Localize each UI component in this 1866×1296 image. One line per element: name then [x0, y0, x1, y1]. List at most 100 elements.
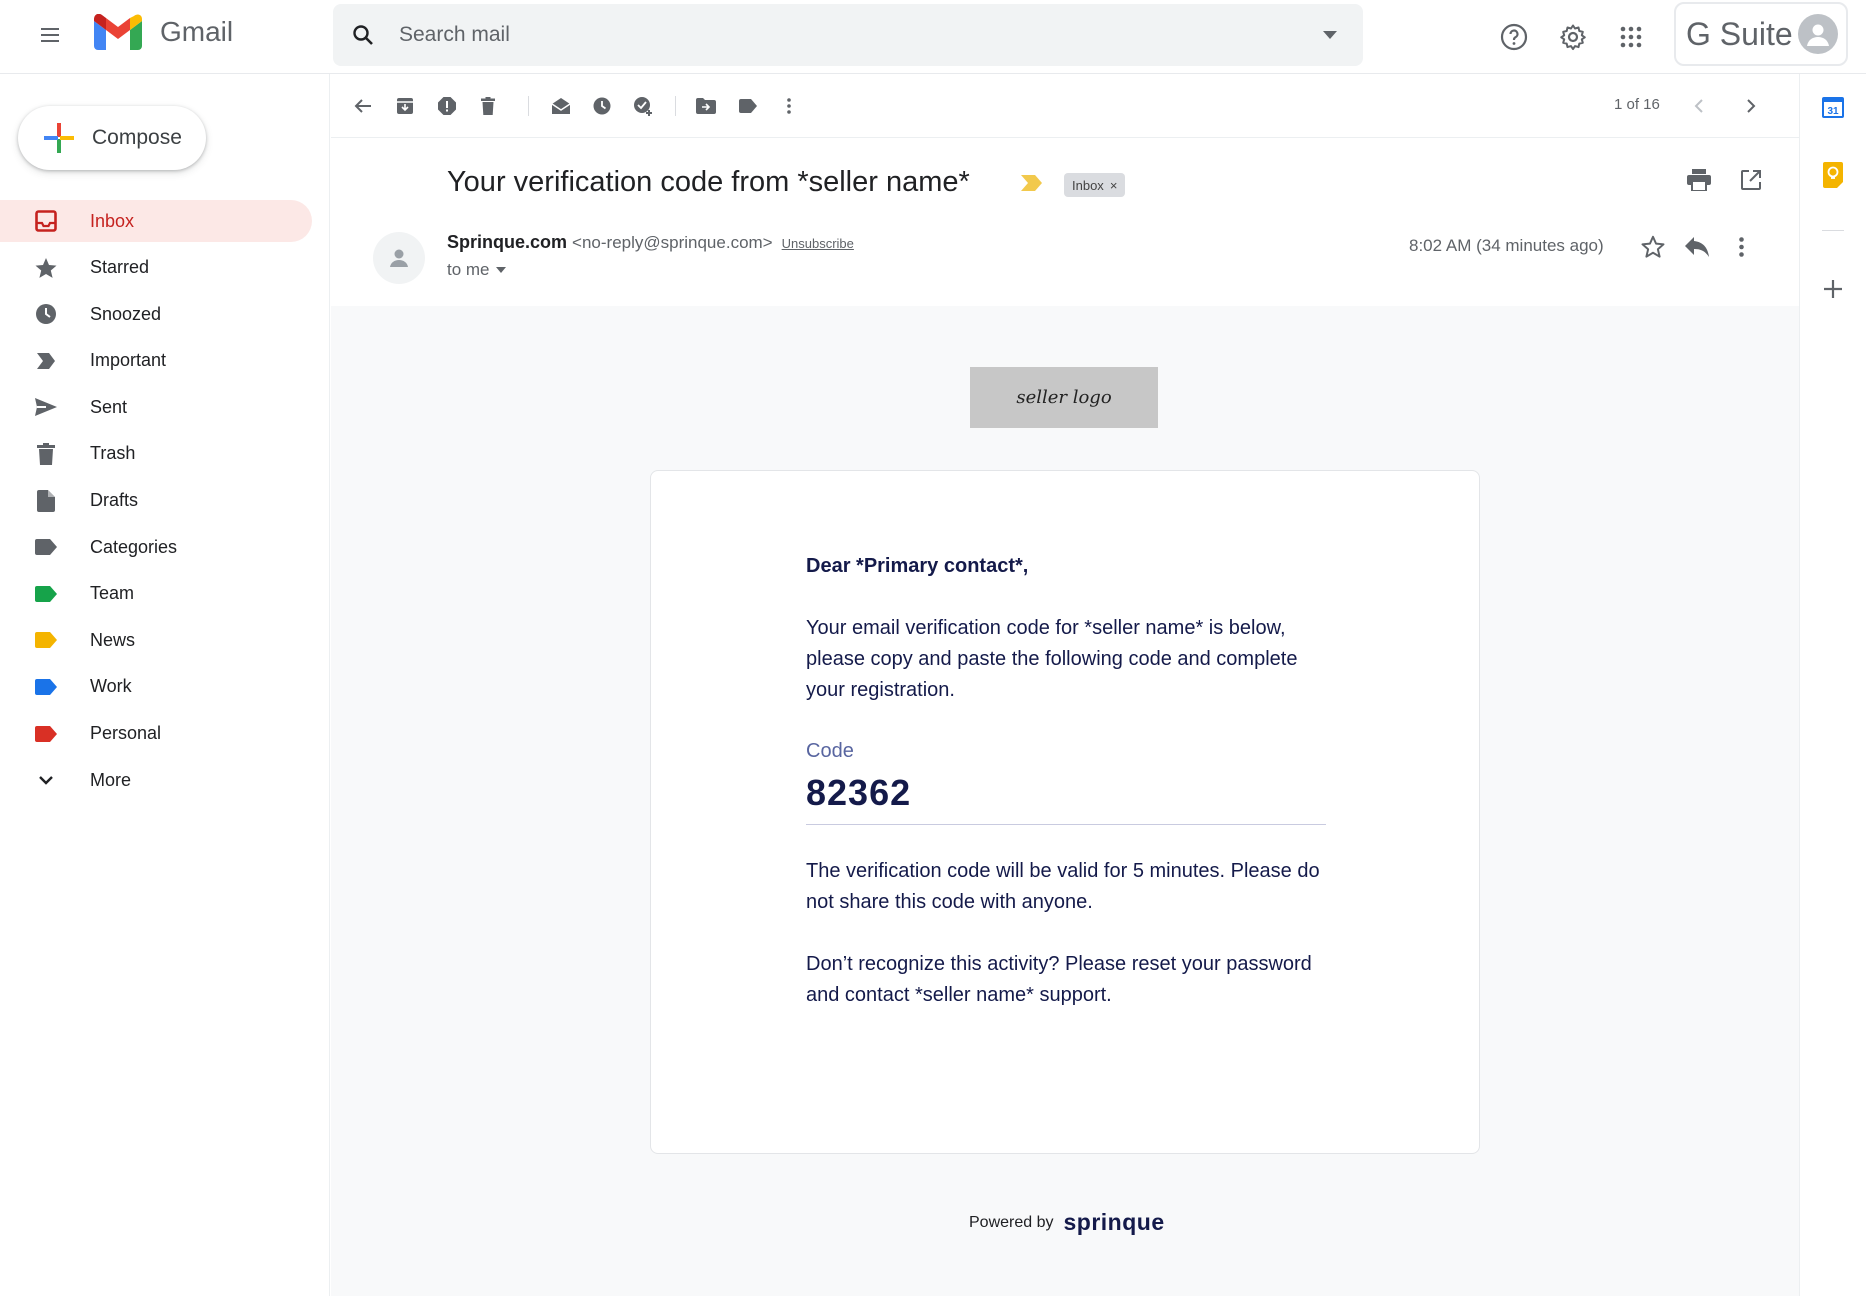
label-icon	[34, 722, 58, 746]
chevron-left-icon[interactable]	[1687, 94, 1711, 118]
reply-icon[interactable]	[1683, 233, 1711, 261]
label-icon	[34, 628, 58, 652]
toolbar-divider	[675, 96, 676, 116]
sender-avatar[interactable]	[373, 232, 425, 284]
sidebar-item-team[interactable]: Team	[0, 573, 312, 615]
account-switcher[interactable]: G Suite	[1674, 2, 1848, 66]
message-subject: Your verification code from *seller name…	[447, 166, 970, 198]
sprinque-logo[interactable]: sprinque	[1064, 1209, 1165, 1236]
help-icon[interactable]	[1492, 15, 1536, 59]
sidebar-item-sent[interactable]: Sent	[0, 386, 312, 428]
star-icon[interactable]	[1639, 233, 1667, 261]
sidebar-item-label: Personal	[90, 723, 162, 744]
compose-button[interactable]: Compose	[18, 106, 206, 170]
sidebar-item-starred[interactable]: Starred	[0, 247, 312, 289]
main-menu-button[interactable]	[30, 15, 70, 55]
sidebar-item-inbox[interactable]: Inbox	[0, 200, 312, 242]
gmail-m-icon	[94, 14, 142, 50]
gear-icon[interactable]	[1551, 15, 1595, 59]
unsubscribe-link[interactable]: Unsubscribe	[782, 236, 854, 251]
sidebar-nav: Inbox Starred Snoozed Important Sent Tra…	[0, 200, 312, 806]
back-arrow-icon[interactable]	[351, 94, 375, 118]
report-spam-icon[interactable]	[435, 94, 459, 118]
more-vert-icon[interactable]	[777, 94, 801, 118]
security-text: Don’t recognize this activity? Please re…	[806, 953, 1312, 1006]
print-icon[interactable]	[1687, 168, 1711, 192]
recipient-text: to me	[447, 260, 490, 279]
powered-by-text: Powered by	[969, 1213, 1054, 1231]
sender-name[interactable]: Sprinque.com	[447, 232, 567, 252]
account-avatar[interactable]	[1798, 14, 1838, 54]
chevron-right-icon[interactable]	[1739, 94, 1763, 118]
keep-icon[interactable]	[1820, 162, 1846, 188]
sidebar-item-label: Categories	[90, 536, 178, 557]
mark-unread-icon[interactable]	[549, 94, 573, 118]
recipient-details-toggle[interactable]: to me	[447, 260, 506, 280]
gmail-logo[interactable]: Gmail	[94, 14, 233, 50]
seller-logo-text: seller logo	[1016, 387, 1112, 408]
calendar-day: 31	[1827, 106, 1839, 117]
archive-icon[interactable]	[393, 94, 417, 118]
caret-down-icon	[495, 267, 506, 273]
sidebar-item-snoozed[interactable]: Snoozed	[0, 293, 312, 335]
search-bar	[333, 4, 1363, 66]
message-timestamp: 8:02 AM (34 minutes ago)	[1409, 236, 1604, 255]
divider	[806, 824, 1326, 825]
sidebar-item-categories[interactable]: Categories	[0, 526, 312, 568]
rail-divider	[1822, 230, 1844, 231]
remove-label-icon[interactable]: ×	[1110, 178, 1118, 193]
calendar-icon[interactable]: 31	[1820, 94, 1846, 120]
intro-text: Your email verification code for *seller…	[806, 617, 1298, 701]
sender-email: <no-reply@sprinque.com>	[572, 233, 773, 252]
powered-by-footer: Powered by sprinque	[969, 1209, 1165, 1236]
inbox-label-chip[interactable]: Inbox ×	[1064, 173, 1126, 197]
search-icon[interactable]	[351, 23, 375, 47]
search-options-icon[interactable]	[1323, 31, 1337, 39]
sidebar-item-work[interactable]: Work	[0, 666, 312, 708]
verification-card: Dear *Primary contact*, Your email verif…	[650, 470, 1480, 1154]
sidebar-item-news[interactable]: News	[0, 619, 312, 661]
hamburger-icon	[41, 28, 59, 42]
search-input[interactable]	[399, 4, 1279, 66]
delete-icon[interactable]	[476, 94, 500, 118]
snooze-icon[interactable]	[590, 94, 614, 118]
pagination-count: 1 of 16	[1614, 96, 1660, 113]
sidebar-item-drafts[interactable]: Drafts	[0, 480, 312, 522]
seller-logo: seller logo	[970, 367, 1158, 428]
label-icon	[34, 582, 58, 606]
sender-info: Sprinque.com <no-reply@sprinque.com> Uns…	[447, 232, 854, 253]
sidebar-item-label: Snoozed	[90, 303, 162, 324]
sidebar-item-label: Drafts	[90, 490, 139, 511]
sidebar-item-label: Important	[90, 350, 167, 371]
sidebar-item-label: Starred	[90, 257, 150, 278]
add-addon-icon[interactable]	[1820, 276, 1846, 302]
apps-grid-icon[interactable]	[1609, 15, 1653, 59]
star-icon	[34, 256, 58, 280]
move-to-icon[interactable]	[694, 94, 718, 118]
code-label: Code	[806, 740, 854, 762]
inbox-icon	[34, 209, 58, 233]
sidebar-item-label: News	[90, 629, 136, 650]
sidebar-item-personal[interactable]: Personal	[0, 713, 312, 755]
label-icon	[34, 675, 58, 699]
sidebar-item-label: Sent	[90, 396, 128, 417]
label-icon	[34, 535, 58, 559]
more-vert-icon[interactable]	[1727, 233, 1755, 261]
add-task-icon[interactable]	[631, 94, 655, 118]
label-icon[interactable]	[736, 94, 760, 118]
toolbar-divider	[528, 96, 529, 116]
sidebar-item-more[interactable]: More	[0, 759, 312, 801]
sidebar-item-important[interactable]: Important	[0, 340, 312, 382]
message-view: 1 of 16 Your verification code from *sel…	[331, 74, 1799, 1296]
validity-text: The verification code will be valid for …	[806, 860, 1320, 913]
greeting: Dear *Primary contact*,	[806, 555, 1029, 577]
person-icon	[390, 249, 408, 267]
sidebar-item-label: More	[90, 769, 132, 790]
clock-icon	[34, 302, 58, 326]
sidebar-item-trash[interactable]: Trash	[0, 433, 312, 475]
person-icon	[1807, 24, 1829, 46]
email-body: seller logo Dear *Primary contact*, Your…	[331, 306, 1799, 1296]
sidebar-item-label: Inbox	[90, 210, 135, 231]
open-in-new-window-icon[interactable]	[1739, 168, 1763, 192]
important-marker-icon[interactable]	[1020, 174, 1044, 192]
